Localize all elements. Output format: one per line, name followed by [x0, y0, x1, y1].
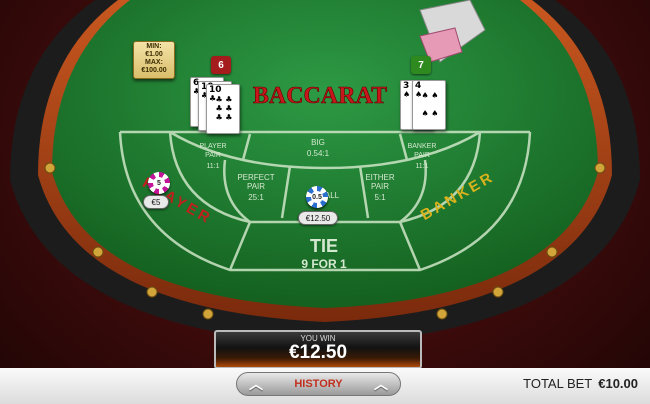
chevron-up-icon: ︿ — [373, 376, 388, 392]
banker-pair-odds: 11:1 — [415, 163, 428, 170]
player-bet-amount: €5 — [143, 195, 169, 209]
either-pair-label-2: PAIR — [371, 182, 389, 191]
max-label: MAX: — [145, 59, 163, 66]
total-bet-label: TOTAL BET — [523, 376, 593, 391]
chip-value: 5 — [153, 177, 165, 189]
player-pair-label-2: PAIR — [205, 152, 221, 159]
spade-pips-icon: ♠ ♠ ♠ ♠ — [421, 91, 439, 118]
perfect-pair-label-1: PERFECT — [237, 173, 274, 182]
win-amount: €12.50 — [288, 342, 348, 363]
min-label: MIN: — [146, 43, 162, 50]
either-pair-odds: 5:1 — [374, 193, 386, 202]
perfect-pair-odds: 25:1 — [248, 193, 264, 202]
bet-limits-plaque: MIN: €1.00 MAX: €100.00 — [133, 41, 175, 79]
title-logo: BACCARAT — [253, 83, 387, 109]
banker-pair-label-1: BANKER — [408, 143, 437, 150]
player-pair-odds: 11:1 — [206, 163, 219, 170]
max-value: €100.00 — [141, 67, 167, 74]
player-bet-chip[interactable]: 5 — [148, 172, 170, 194]
chevron-up-icon: ︿ — [249, 376, 263, 392]
player-card-3: 10 ♣ ♣ ♣ ♣ ♣ ♣ ♣ — [206, 84, 240, 134]
club-pips-icon: ♣ ♣ ♣ ♣ ♣ ♣ — [215, 95, 233, 122]
big-label: BIG — [311, 138, 325, 147]
tie-bet-chip[interactable]: 0.5 — [306, 186, 328, 208]
history-button[interactable]: ︿ HISTORY ︿ — [236, 372, 401, 396]
banker-card-2: 4 ♠ ♠ ♠ ♠ ♠ — [412, 80, 446, 130]
tie-bet-amount: €12.50 — [298, 211, 338, 225]
either-pair-label-1: EITHER — [365, 173, 395, 182]
banker-score-badge: 7 — [411, 56, 431, 74]
min-value: €1.00 — [145, 51, 163, 58]
tie-odds: 9 FOR 1 — [301, 257, 347, 271]
tie-label: TIE — [310, 236, 338, 256]
player-pair-label-1: PLAYER — [199, 143, 226, 150]
baccarat-table-scene: BACCARAT PLAYER PAIR 11:1 BIG 0.54:1 BAN… — [0, 0, 650, 404]
perfect-pair-label-2: PAIR — [247, 182, 265, 191]
total-bet-value: €10.00 — [598, 376, 638, 391]
player-score-badge: 6 — [211, 56, 231, 74]
win-panel: YOU WIN €12.50 — [214, 330, 422, 369]
chip-value: 0.5 — [311, 191, 323, 203]
spade-icon: ♠ — [403, 90, 411, 99]
big-odds: 0.54:1 — [307, 149, 330, 158]
banker-pair-label-2: PAIR — [414, 152, 430, 159]
history-label: HISTORY — [294, 378, 343, 390]
total-bet-display: TOTAL BET €10.00 — [523, 376, 638, 391]
